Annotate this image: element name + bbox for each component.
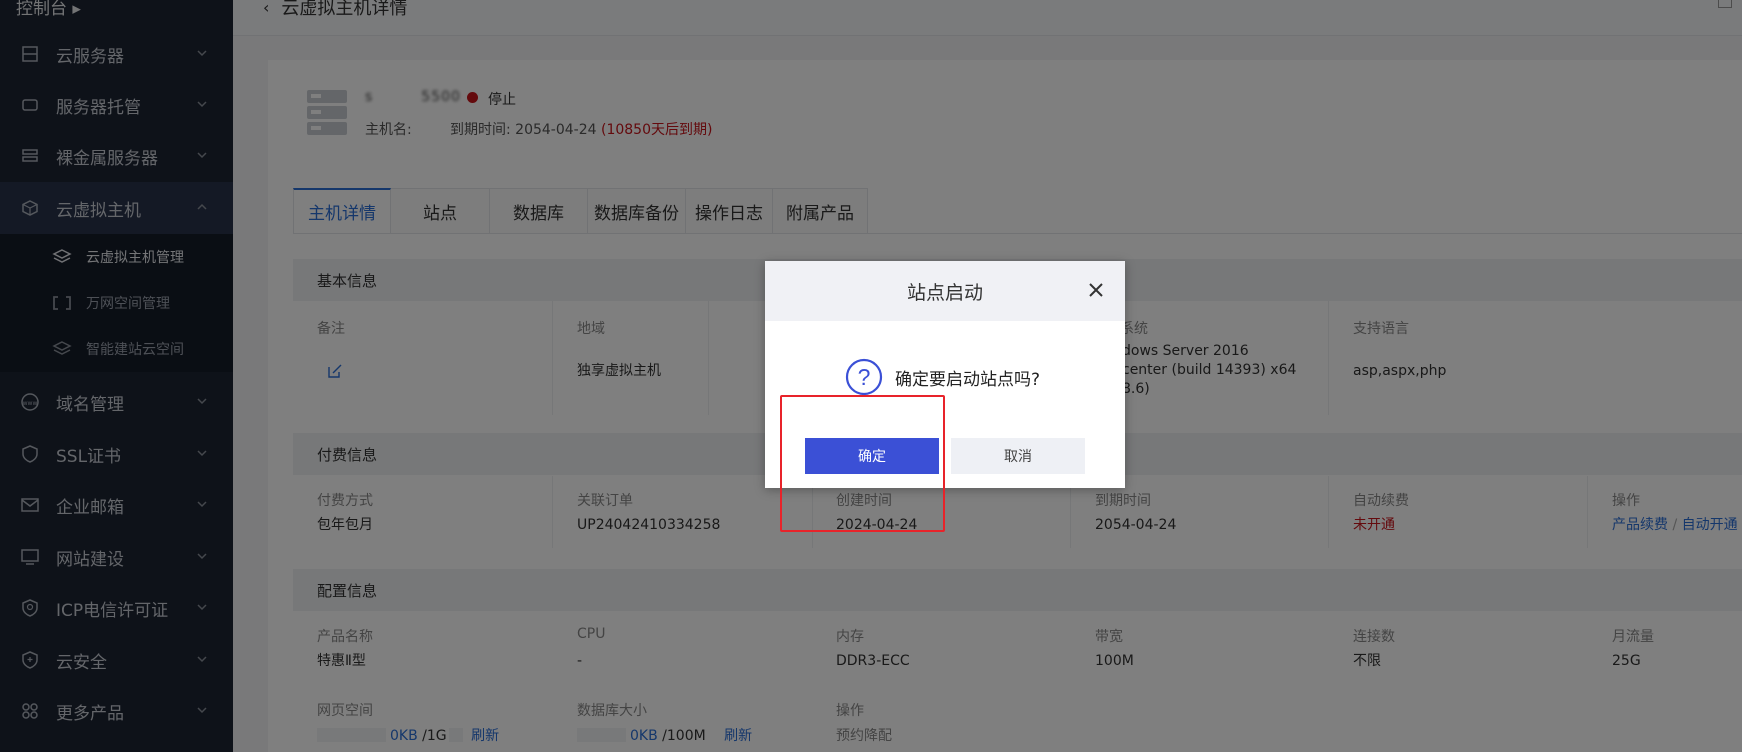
dialog-message: 确定要启动站点吗? bbox=[895, 369, 1041, 390]
svg-text:?: ? bbox=[858, 364, 871, 390]
dialog-header: 站点启动 bbox=[765, 261, 1125, 321]
close-button[interactable] bbox=[1085, 279, 1107, 301]
highlight-annotation bbox=[780, 395, 945, 532]
dialog-title: 站点启动 bbox=[906, 281, 983, 304]
question-icon: ? bbox=[845, 358, 883, 396]
close-icon bbox=[1089, 283, 1103, 297]
cancel-button[interactable]: 取消 bbox=[951, 438, 1085, 474]
dialog-body: ? 确定要启动站点吗? bbox=[845, 358, 1040, 396]
